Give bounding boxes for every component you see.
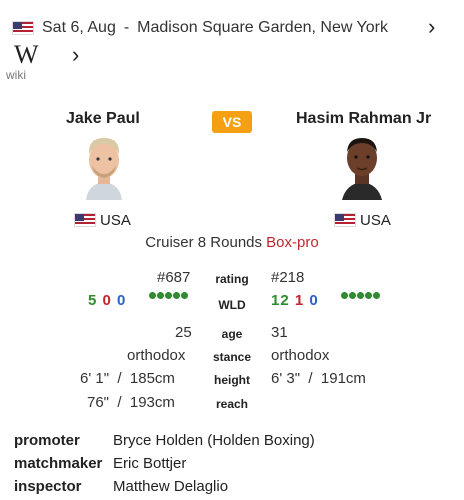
fighter-1-rating: #687 xyxy=(157,269,191,286)
inspector-name[interactable]: Matthew Delaglio xyxy=(113,478,228,495)
event-venue: Madison Square Garden, New York xyxy=(137,19,388,36)
fighter-2-age: 31 xyxy=(271,324,288,341)
fight-rounds: Cruiser 8 Rounds Box-pro xyxy=(0,234,464,251)
form-dot xyxy=(173,292,180,299)
fighter-1-photo[interactable] xyxy=(76,128,132,200)
fighter-1-age: 25 xyxy=(175,324,192,341)
rating-label: rating xyxy=(215,272,249,286)
form-dot xyxy=(149,292,156,299)
fighter-2-country: USA xyxy=(334,210,391,230)
us-flag-icon xyxy=(12,21,34,35)
fighter-2-photo[interactable] xyxy=(334,128,390,200)
wiki-link-label[interactable]: wiki xyxy=(6,68,26,82)
fighter-2-height: 6' 3" / 191cm xyxy=(271,370,366,387)
rounds-text: Cruiser 8 Rounds xyxy=(145,234,262,251)
fighter-1-losses: 0 xyxy=(102,292,112,309)
fighter-2-height-imperial: 6' 3" xyxy=(271,370,301,387)
fighter-1-record: 5 0 0 xyxy=(88,292,126,309)
wld-label: WLD xyxy=(218,298,246,312)
matchmaker-label: matchmaker xyxy=(14,455,103,472)
event-date: Sat 6, Aug xyxy=(42,19,116,36)
form-dot xyxy=(357,292,364,299)
wikipedia-icon[interactable]: W xyxy=(14,40,39,70)
fighter-2-losses: 1 xyxy=(294,292,305,309)
fighter-1-form-dots xyxy=(149,292,188,299)
chevron-right-icon[interactable]: › xyxy=(428,16,435,38)
height-label: height xyxy=(214,373,250,387)
fighter-2-name[interactable]: Hasim Rahman Jr xyxy=(296,110,431,128)
fighter-1-country: USA xyxy=(74,210,131,230)
fighter-1-name[interactable]: Jake Paul xyxy=(66,110,140,128)
fighter-2-form-dots xyxy=(341,292,380,299)
us-flag-icon xyxy=(74,213,96,227)
fighter-2-stance: orthodox xyxy=(271,347,330,364)
age-label: age xyxy=(221,327,243,341)
slash: / xyxy=(117,394,122,411)
form-dot xyxy=(157,292,164,299)
form-dot xyxy=(181,292,188,299)
slash: / xyxy=(117,370,122,387)
fight-type: Box-pro xyxy=(266,234,319,251)
promoter-name[interactable]: Bryce Holden (Holden Boxing) xyxy=(113,432,315,449)
fighter-1-wins: 5 xyxy=(88,292,98,309)
us-flag-icon xyxy=(334,213,356,227)
fighter-2-record: 12 1 0 xyxy=(271,292,319,309)
form-dot xyxy=(349,292,356,299)
fighter-2-country-label: USA xyxy=(360,211,391,229)
event-separator: - xyxy=(123,19,130,36)
fighter-2-draws: 0 xyxy=(309,292,319,309)
matchmaker-name[interactable]: Eric Bottjer xyxy=(113,455,186,472)
event-header[interactable]: Sat 6, Aug - Madison Square Garden, New … xyxy=(12,16,388,40)
fighter-1-stance: orthodox xyxy=(127,347,186,364)
fighter-1-country-label: USA xyxy=(100,211,131,229)
slash: / xyxy=(308,370,313,387)
promoter-label: promoter xyxy=(14,432,80,449)
inspector-label: inspector xyxy=(14,478,82,495)
fighter-1-reach-metric: 193cm xyxy=(129,394,175,411)
fighter-2-wins: 12 xyxy=(271,292,290,309)
chevron-right-icon[interactable]: › xyxy=(72,44,79,66)
fighter-2-height-metric: 191cm xyxy=(320,370,366,387)
fighter-1-height-imperial: 6' 1" xyxy=(80,370,110,387)
fighter-1-reach: 76" / 193cm xyxy=(87,394,175,411)
vs-badge: VS xyxy=(212,111,252,133)
fighter-1-reach-imperial: 76" xyxy=(87,394,110,411)
fighter-1-draws: 0 xyxy=(117,292,127,309)
reach-label: reach xyxy=(215,397,249,411)
form-dot xyxy=(365,292,372,299)
form-dot xyxy=(373,292,380,299)
fighter-1-height-metric: 185cm xyxy=(129,370,175,387)
form-dot xyxy=(165,292,172,299)
stance-label: stance xyxy=(212,350,252,364)
fighter-1-height: 6' 1" / 185cm xyxy=(80,370,175,387)
fighter-2-rating: #218 xyxy=(271,269,305,286)
form-dot xyxy=(341,292,348,299)
